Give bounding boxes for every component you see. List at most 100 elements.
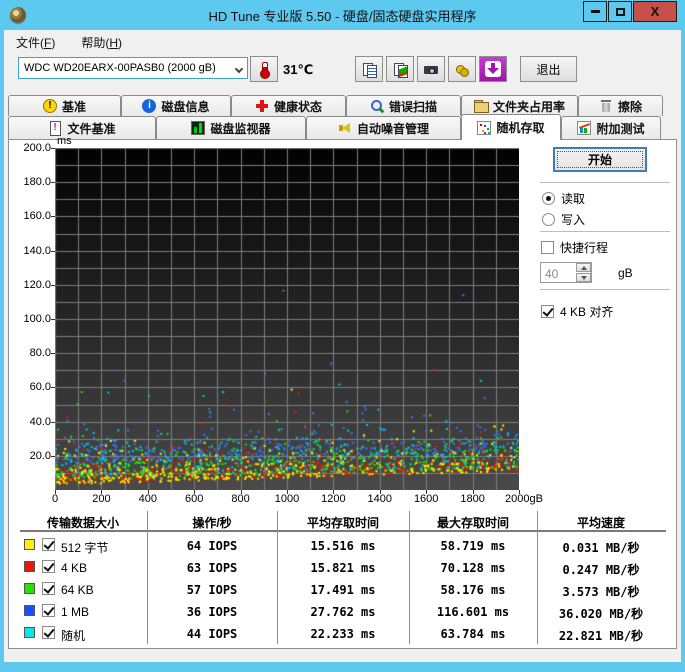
table-cell: 15.821 ms — [310, 561, 376, 575]
tab-scan[interactable]: 错误扫描 — [346, 95, 461, 116]
drive-select-value: WDC WD20EARX-00PASB0 (2000 gB) — [24, 62, 216, 74]
stepper-up-button[interactable] — [576, 263, 591, 272]
tab-monitor[interactable]: 磁盘监视器 — [156, 116, 306, 139]
start-button[interactable]: 开始 — [553, 147, 647, 172]
health-icon — [255, 99, 269, 113]
series-label: 4 KB — [61, 561, 88, 575]
benchmark-icon — [42, 99, 57, 113]
minimize-button[interactable] — [583, 1, 607, 22]
tab-label: 磁盘监视器 — [210, 121, 271, 136]
table-header: 传输数据大小 — [46, 516, 119, 530]
tab-aam[interactable]: 自动噪音管理 — [306, 116, 461, 139]
table-cell: 15.516 ms — [310, 539, 376, 553]
tab-random[interactable]: 随机存取 — [461, 114, 561, 140]
x-axis-label: 800 — [231, 493, 250, 505]
tab-label: 错误扫描 — [388, 99, 437, 114]
x-tick-mark — [147, 490, 149, 494]
copy-image-icon — [393, 62, 408, 78]
table-header: 平均速度 — [576, 516, 625, 530]
short-stroke-checkbox[interactable] — [541, 241, 554, 254]
tab-benchmark[interactable]: 基准 — [8, 95, 121, 116]
tab-file-benchmark[interactable]: 文件基准 — [8, 116, 156, 139]
maximize-button[interactable] — [608, 1, 632, 22]
x-tick-mark — [101, 490, 103, 494]
series-label: 随机 — [61, 629, 86, 643]
start-label: 开始 — [587, 153, 612, 167]
menubar: 文件(F) 帮助(H) — [4, 30, 681, 55]
write-radio-row: 写入 — [542, 211, 585, 228]
y-axis-label: 180.0 — [23, 176, 51, 189]
table-cell: 0.031 MB/秒 — [562, 541, 640, 555]
download-icon — [485, 61, 501, 77]
tab-info[interactable]: 磁盘信息 — [121, 95, 231, 116]
stepper-down-button[interactable] — [576, 273, 591, 282]
tab-label: 自动噪音管理 — [356, 121, 429, 136]
exit-button[interactable]: 退出 — [520, 56, 577, 82]
series-checkbox[interactable] — [42, 538, 55, 551]
table-cell: 70.128 ms — [440, 561, 506, 575]
coins-button[interactable] — [448, 56, 476, 82]
x-tick-mark — [240, 490, 242, 494]
copy-text-button[interactable] — [355, 56, 383, 82]
series-label: 1 MB — [61, 605, 90, 619]
align-row: 4 KB 对齐 — [541, 303, 613, 320]
tab-erase[interactable]: 擦除 — [578, 95, 663, 116]
tab-health[interactable]: 健康状态 — [231, 95, 346, 116]
series-checkbox[interactable] — [42, 626, 55, 639]
x-tick-mark — [426, 490, 428, 494]
extra-icon — [577, 121, 592, 135]
y-axis-label: 160.0 — [23, 210, 51, 223]
table-cell: 63 IOPS — [186, 561, 238, 575]
align-4kb-checkbox[interactable] — [541, 305, 554, 318]
y-tick-mark — [51, 387, 55, 389]
tab-label: 随机存取 — [496, 121, 545, 135]
write-radio[interactable] — [542, 213, 555, 226]
y-axis-unit: ms — [57, 135, 72, 147]
read-radio[interactable] — [542, 192, 555, 205]
table-header: 操作/秒 — [192, 516, 232, 530]
download-button[interactable] — [479, 56, 507, 82]
table-header: 最大存取时间 — [436, 516, 509, 530]
tab-label: 文件夹占用率 — [492, 99, 565, 114]
series-checkbox[interactable] — [42, 582, 55, 595]
copy-text-icon — [362, 62, 377, 78]
x-tick-mark — [287, 490, 288, 494]
series-color-swatch — [24, 583, 35, 594]
short-stroke-row: 快捷行程 — [541, 239, 608, 256]
series-checkbox[interactable] — [42, 560, 55, 573]
table-cell: 116.601 ms — [436, 605, 510, 619]
tab-folder[interactable]: 文件夹占用率 — [461, 95, 578, 116]
y-tick-mark — [51, 421, 55, 423]
app-window: HD Tune 专业版 5.50 - 硬盘/固态硬盘实用程序 X 文件(F) 帮助… — [0, 0, 685, 672]
temperature-button[interactable] — [250, 56, 278, 82]
camera-button[interactable] — [417, 56, 445, 82]
write-label: 写入 — [561, 213, 586, 227]
separator — [540, 289, 670, 290]
info-icon — [142, 99, 157, 113]
table-cell: 22.233 ms — [310, 627, 376, 641]
tab-label: 基准 — [61, 99, 86, 114]
table-cell: 17.491 ms — [310, 583, 376, 597]
table-cell: 36.020 MB/秒 — [558, 607, 644, 621]
table-cell: 22.821 MB/秒 — [558, 629, 644, 643]
menu-item-h[interactable]: 帮助(H) — [77, 32, 126, 53]
x-axis-label: 400 — [138, 493, 157, 505]
table-cell: 44 IOPS — [186, 627, 238, 641]
table-cell: 57 IOPS — [186, 583, 238, 597]
series-checkbox[interactable] — [42, 604, 55, 617]
copy-image-button[interactable] — [386, 56, 414, 82]
table-cell: 27.762 ms — [310, 605, 376, 619]
x-axis-label: 600 — [185, 493, 204, 505]
drive-select[interactable]: WDC WD20EARX-00PASB0 (2000 gB) — [18, 57, 248, 79]
coins-icon — [455, 62, 469, 77]
menu-item-f[interactable]: 文件(F) — [12, 32, 59, 53]
tab-extra[interactable]: 附加测试 — [561, 116, 661, 139]
series-color-swatch — [24, 539, 35, 550]
close-button[interactable]: X — [633, 1, 677, 22]
table-column-divider — [277, 511, 278, 644]
up-arrow-icon — [580, 265, 587, 270]
y-tick-mark — [51, 182, 55, 184]
aam-icon — [338, 121, 352, 135]
y-tick-mark — [51, 319, 55, 320]
x-axis-label: 0 — [51, 493, 59, 505]
